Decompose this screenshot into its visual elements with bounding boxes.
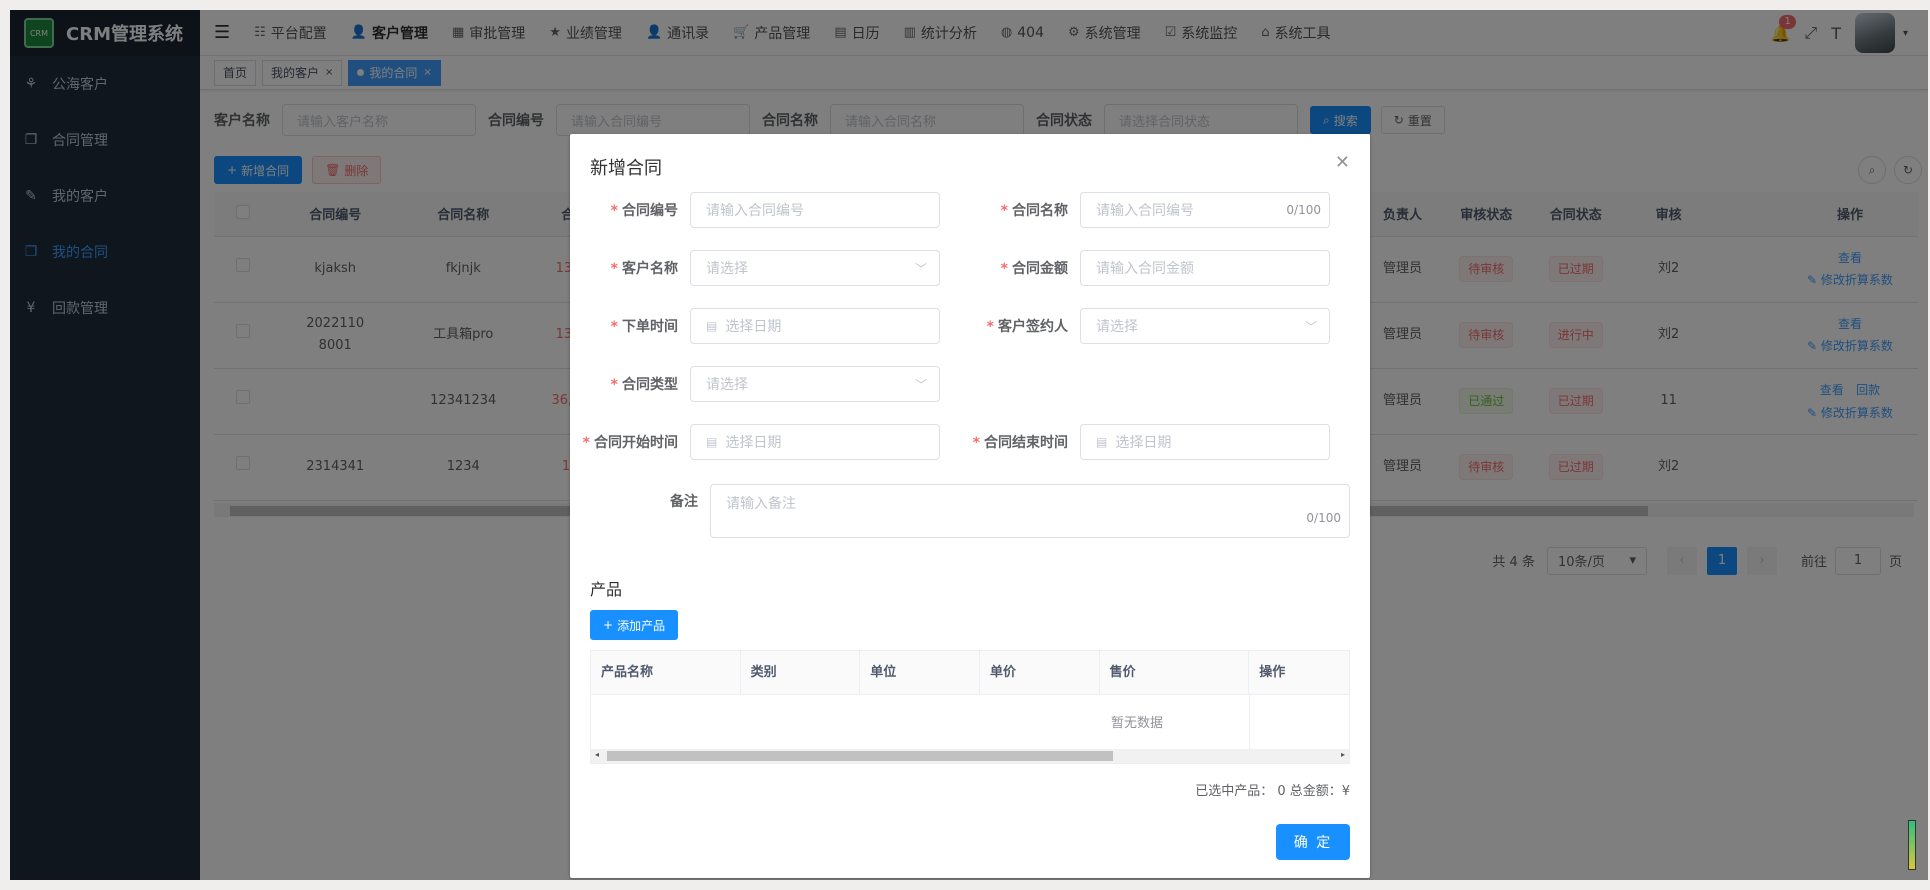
date-placeholder: 选择日期	[1115, 435, 1172, 451]
required-mark: *	[610, 203, 618, 219]
select-placeholder: 请选择	[706, 261, 748, 277]
date-placeholder: 选择日期	[725, 435, 782, 451]
field-label-text: 合同开始时间	[594, 435, 678, 451]
add-product-label: 添加产品	[617, 618, 666, 633]
product-table: 产品名称 类别 单位 单价 售价 操作 暂无数据 ◂ ▸	[590, 650, 1350, 764]
contract-name-input[interactable]: 请输入合同编号 0/100	[1080, 192, 1330, 228]
select-placeholder: 请选择	[706, 377, 748, 393]
field-signer: * 客户签约人 请选择 ﹀	[960, 308, 1330, 344]
field-label: * 客户名称	[570, 258, 690, 278]
dialog-title: 新增合同	[590, 158, 662, 179]
contract-no-input[interactable]: 请输入合同编号	[690, 192, 940, 228]
products-section-title: 产品	[590, 580, 623, 599]
chevron-down-icon: ﹀	[914, 261, 927, 276]
field-label-text: 合同编号	[622, 203, 678, 219]
chevron-down-icon: ﹀	[914, 377, 927, 392]
field-label-text: 客户名称	[622, 261, 678, 277]
required-mark: *	[610, 319, 618, 335]
calendar-icon: ▤	[706, 319, 718, 333]
input-placeholder: 请输入合同编号	[706, 203, 804, 219]
chevron-down-icon: ﹀	[1304, 319, 1317, 334]
amount-input[interactable]: 请输入合同金额	[1080, 250, 1330, 286]
field-label-text: 合同名称	[1012, 203, 1068, 219]
field-label: * 客户签约人	[960, 316, 1080, 336]
field-amount: * 合同金额 请输入合同金额	[960, 250, 1330, 286]
calendar-icon: ▤	[706, 435, 718, 449]
field-customer: * 客户名称 请选择 ﹀	[570, 250, 940, 286]
column-header: 操作	[1259, 665, 1286, 680]
field-label: * 合同开始时间	[570, 432, 690, 452]
close-icon[interactable]: ✕	[1335, 152, 1350, 173]
start-date-picker[interactable]: ▤ 选择日期	[690, 424, 940, 460]
field-label: * 合同结束时间	[960, 432, 1080, 452]
field-order-time: * 下单时间 ▤ 选择日期	[570, 308, 940, 344]
scrollbar-thumb[interactable]	[607, 751, 1113, 761]
required-mark: *	[1000, 261, 1008, 277]
field-label: * 下单时间	[570, 316, 690, 336]
calendar-icon: ▤	[1096, 435, 1108, 449]
add-product-button[interactable]: + 添加产品	[590, 610, 679, 640]
select-placeholder: 请选择	[1096, 319, 1138, 335]
confirm-button[interactable]: 确 定	[1276, 824, 1350, 860]
end-date-picker[interactable]: ▤ 选择日期	[1080, 424, 1330, 460]
field-label-text: 客户签约人	[998, 319, 1068, 335]
required-mark: *	[986, 319, 994, 335]
field-label: * 合同编号	[570, 200, 690, 220]
contract-type-select[interactable]: 请选择 ﹀	[690, 366, 940, 402]
signer-select[interactable]: 请选择 ﹀	[1080, 308, 1330, 344]
remark-textarea[interactable]: 请输入备注 0/100	[710, 484, 1350, 538]
product-table-scrollbar[interactable]: ◂ ▸	[591, 749, 1349, 763]
required-mark: *	[1000, 203, 1008, 219]
field-contract-name: * 合同名称 请输入合同编号 0/100	[960, 192, 1330, 228]
field-label-text: 合同类型	[622, 377, 678, 393]
column-header: 产品名称	[591, 651, 741, 694]
required-mark: *	[610, 261, 618, 277]
scroll-indicator	[1908, 820, 1916, 870]
scroll-right-icon[interactable]: ▸	[1341, 750, 1345, 759]
field-label: 备注	[670, 494, 698, 510]
char-counter: 0/100	[1306, 511, 1341, 525]
column-header: 售价	[1100, 651, 1250, 694]
input-placeholder: 请输入合同金额	[1096, 261, 1194, 277]
date-placeholder: 选择日期	[725, 319, 782, 335]
empty-text: 暂无数据	[1110, 716, 1163, 731]
product-table-header: 产品名称 类别 单位 单价 售价 操作	[591, 651, 1349, 695]
order-date-picker[interactable]: ▤ 选择日期	[690, 308, 940, 344]
add-contract-dialog: 新增合同 ✕ * 合同编号 请输入合同编号 * 合同名称 请输入合同编号 0/100 …	[570, 134, 1370, 878]
required-mark: *	[610, 377, 618, 393]
field-remark: 备注 请输入备注 0/100	[590, 484, 1350, 538]
field-label: * 合同名称	[960, 200, 1080, 220]
field-label: * 合同金额	[960, 258, 1080, 278]
app-window: CRM CRM管理系统 ⚘公海客户 ❐合同管理 ✎我的客户 ❐我的合同 ¥回款管…	[10, 10, 1928, 880]
column-header: 类别	[741, 651, 861, 694]
fixed-operation-column	[1249, 695, 1349, 753]
field-label-text: 合同金额	[1012, 261, 1068, 277]
textarea-placeholder: 请输入备注	[726, 496, 796, 512]
required-mark: *	[582, 435, 590, 451]
field-label-text: 下单时间	[622, 319, 678, 335]
plus-icon: +	[603, 618, 614, 632]
customer-select[interactable]: 请选择 ﹀	[690, 250, 940, 286]
input-placeholder: 请输入合同编号	[1096, 203, 1194, 219]
field-label-text: 合同结束时间	[984, 435, 1068, 451]
product-summary: 已选中产品： 0 总金额：¥	[1195, 784, 1350, 799]
field-label: * 合同类型	[570, 374, 690, 394]
column-header: 单位	[860, 651, 980, 694]
scroll-left-icon[interactable]: ◂	[595, 750, 599, 759]
field-end-time: * 合同结束时间 ▤ 选择日期	[960, 424, 1330, 460]
field-start-time: * 合同开始时间 ▤ 选择日期	[570, 424, 940, 460]
field-contract-no: * 合同编号 请输入合同编号	[570, 192, 940, 228]
required-mark: *	[972, 435, 980, 451]
char-counter: 0/100	[1286, 203, 1321, 217]
field-contract-type: * 合同类型 请选择 ﹀	[570, 366, 940, 402]
column-header: 单价	[980, 651, 1100, 694]
